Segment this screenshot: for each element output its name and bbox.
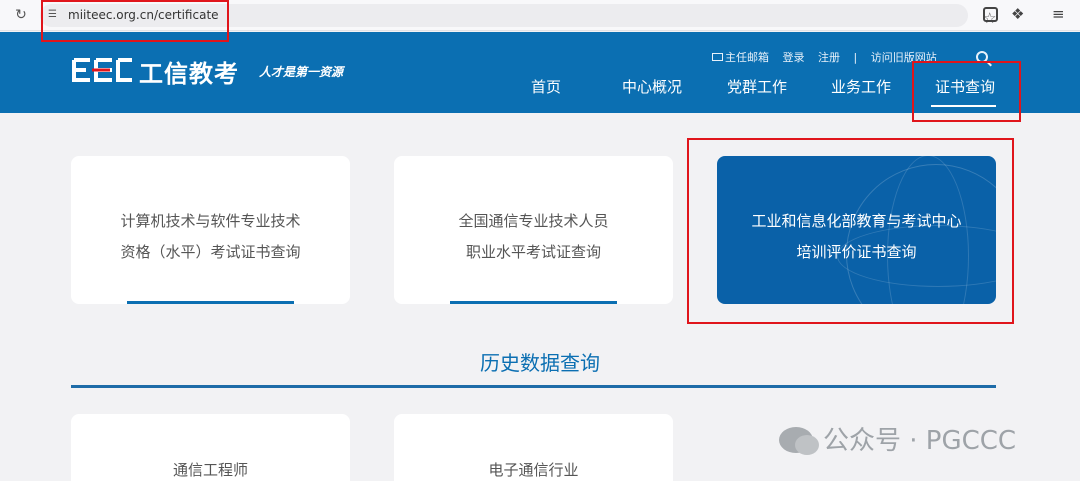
nav-about[interactable]: 中心概况 (622, 76, 682, 97)
annotation-box-nav (912, 61, 1021, 122)
card-electronic-telecom[interactable]: 电子通信行业 (394, 414, 673, 481)
extension-icon[interactable] (983, 7, 998, 22)
section-divider (71, 385, 996, 388)
reload-icon[interactable]: ↻ (12, 6, 30, 24)
card-telecom-cert[interactable]: 全国通信专业技术人员 职业水平考试证查询 (394, 156, 673, 304)
card-label: 电子通信行业 (488, 461, 579, 479)
nav-home[interactable]: 首页 (531, 76, 561, 97)
card-accent-bar (127, 301, 294, 304)
annotation-box-url (41, 0, 229, 42)
nav-business[interactable]: 业务工作 (831, 76, 891, 97)
card-telecom-engineer[interactable]: 通信工程师 (71, 414, 350, 481)
section-title: 历史数据查询 (480, 351, 600, 375)
puzzle-icon[interactable]: ❖ (1011, 5, 1024, 23)
nav-party[interactable]: 党群工作 (727, 76, 787, 97)
mail-icon (712, 53, 723, 61)
login-link[interactable]: 登录 (783, 51, 805, 64)
card-label: 计算机技术与软件专业技术 资格（水平）考试证书查询 (71, 206, 350, 268)
register-link[interactable]: 注册 (818, 51, 840, 64)
watermark-text: 公众号 · PGCCC (823, 426, 1017, 456)
mail-link[interactable]: 主任邮箱 (712, 51, 769, 64)
card-computer-cert[interactable]: 计算机技术与软件专业技术 资格（水平）考试证书查询 (71, 156, 350, 304)
slogan: 人才是第一资源 (259, 65, 344, 79)
logo-icon[interactable] (72, 58, 134, 82)
card-label: 全国通信专业技术人员 职业水平考试证查询 (394, 206, 673, 268)
card-label: 通信工程师 (172, 461, 248, 479)
watermark: 公众号 · PGCCC (779, 420, 1016, 457)
card-line1: 计算机技术与软件专业技术 (120, 212, 301, 230)
reading-list-icon[interactable]: ≡ (1052, 5, 1065, 23)
card-line2: 资格（水平）考试证书查询 (120, 243, 301, 261)
logo-text[interactable]: 工信教考 (139, 54, 239, 89)
card-line1: 全国通信专业技术人员 (458, 212, 609, 230)
card-line2: 职业水平考试证查询 (465, 243, 601, 261)
annotation-box-card (687, 138, 1014, 324)
wechat-icon (779, 427, 819, 455)
card-accent-bar (450, 301, 617, 304)
divider: | (853, 51, 858, 64)
